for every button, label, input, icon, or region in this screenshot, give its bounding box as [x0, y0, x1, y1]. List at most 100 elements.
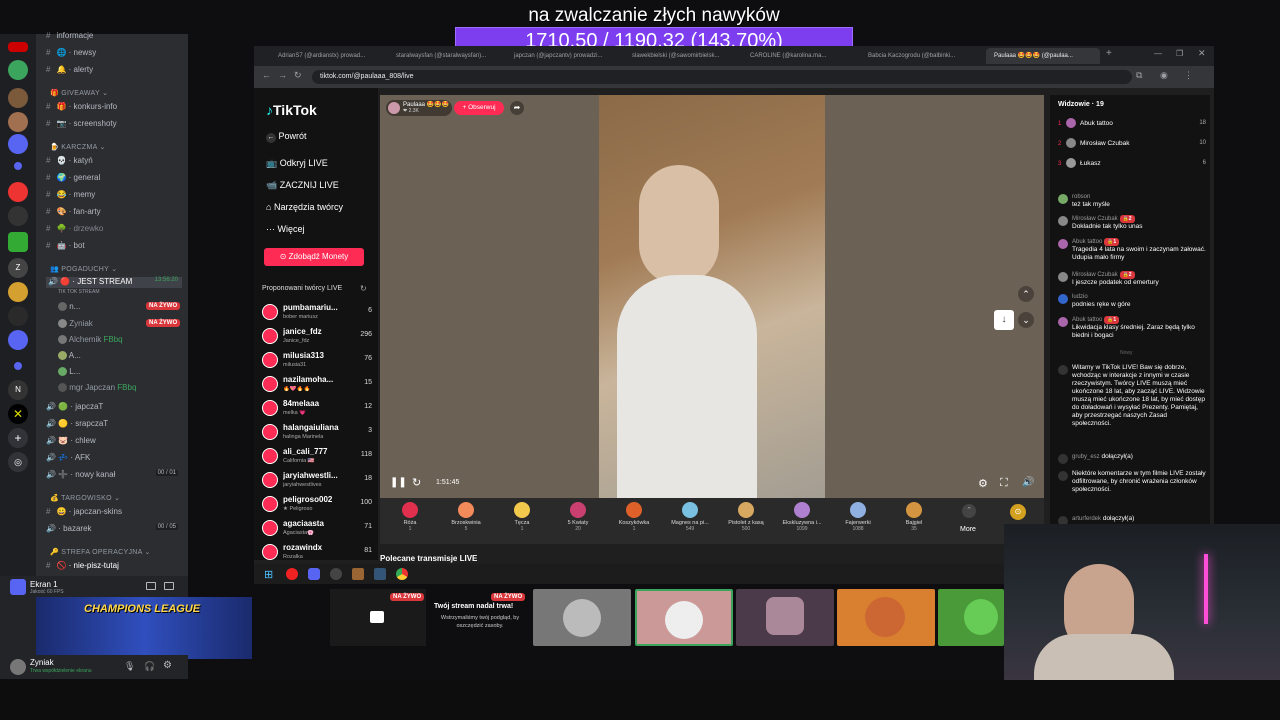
chevron-up-icon[interactable]: ⌃	[1018, 286, 1034, 302]
browser-tab[interactable]: japczan (@japczantv) prowadzi...	[506, 48, 620, 64]
stream-card[interactable]	[837, 589, 935, 646]
stream-card-active[interactable]	[635, 589, 733, 646]
chat-message[interactable]: robson też tak myśle	[1058, 193, 1206, 209]
server-icon[interactable]	[8, 134, 28, 154]
suggested-creator[interactable]: jaryiahwestli... jaryiahwestlives 18	[262, 470, 372, 492]
get-coins-button[interactable]: ⊙ Zdobądź Monety	[264, 248, 364, 266]
stream-card[interactable]	[736, 589, 834, 646]
voice-channel[interactable]: 🔊 🟡 · srapczaT	[46, 419, 108, 428]
more-gifts-button[interactable]: More	[960, 526, 976, 533]
server-icon[interactable]	[8, 282, 28, 302]
chrome-icon[interactable]	[396, 568, 408, 580]
voice-channel-bazarek[interactable]: 🔊 · bazarek 00 / 05	[46, 524, 178, 533]
browser-tab[interactable]: staralwaysfan (@staralwaysfan)...	[388, 48, 502, 64]
follow-button[interactable]: + Obserwuj	[454, 101, 504, 115]
server-icon[interactable]	[8, 60, 28, 80]
suggested-creator[interactable]: rozawindx Rozalka 81	[262, 542, 372, 564]
channel-drzewko[interactable]: # 🌳 · drzewko	[46, 224, 103, 233]
server-icon[interactable]: N	[8, 380, 28, 400]
windows-start-icon[interactable]: ⊞	[264, 568, 273, 581]
url-input[interactable]: tiktok.com/@paulaaa_808/live	[312, 70, 1132, 84]
new-tab-icon[interactable]: +	[1106, 48, 1112, 59]
forward-icon[interactable]: →	[278, 70, 287, 80]
channel-katyn[interactable]: # 💀 · katyń	[46, 156, 93, 165]
voice-channel-jest-stream[interactable]: 🔊 🔴 · JEST STREAM 13:56:20	[46, 277, 182, 288]
nav-more[interactable]: ··· Więcej	[266, 224, 305, 234]
server-icon[interactable]	[8, 42, 28, 52]
voice-channel[interactable]: 🔊 ➕ · nowy kanał 00 / 01	[46, 470, 178, 479]
pause-icon[interactable]: ❚❚	[390, 477, 407, 488]
server-icon[interactable]	[14, 362, 22, 370]
suggested-creator[interactable]: 84melaaa melka 💗 12	[262, 398, 372, 420]
top-viewer-row[interactable]: 3 Łukasz 6	[1058, 157, 1206, 177]
add-server-icon[interactable]: +	[8, 428, 28, 448]
server-icon[interactable]: ✕	[8, 404, 28, 424]
refresh-stream-icon[interactable]: ↻	[412, 476, 421, 489]
suggested-creator[interactable]: agaciaasta Agaciasta🌸 71	[262, 518, 372, 540]
voice-user[interactable]: Alchemik FBbq	[58, 335, 123, 345]
suggested-creator[interactable]: pumbamariu... bober mariusz 6	[262, 302, 372, 324]
maximize-icon[interactable]: ❐	[1176, 49, 1183, 58]
voice-channel[interactable]: 🔊 🐷 · chlew	[46, 436, 96, 445]
gift-item[interactable]: Pistolet z kasą 500	[721, 500, 771, 532]
voice-channel[interactable]: 🔊 💤 · AFK	[46, 453, 90, 462]
gift-item[interactable]: Fajerwerki 1088	[833, 500, 883, 532]
nav-discover-live[interactable]: 📺 Odkryj LIVE	[266, 158, 328, 169]
channel-general[interactable]: # 🌍 · general	[46, 173, 100, 182]
category-targowisko[interactable]: 💰 TARGOWISKO ⌄	[50, 494, 120, 502]
opera-icon[interactable]	[286, 568, 298, 580]
chat-message[interactable]: Mirosław Czubak 🔒2 I jeszcze podatek od e…	[1058, 271, 1206, 287]
browser-tab[interactable]: slawekbielski (@sawomirbielsk...	[624, 48, 738, 64]
profile-icon[interactable]: ◉	[1160, 70, 1168, 81]
browser-tab[interactable]: Babcia Kaczogrodu (@balbinki...	[860, 48, 974, 64]
close-window-icon[interactable]: ✕	[1198, 48, 1206, 59]
server-icon[interactable]	[8, 182, 28, 202]
stream-card[interactable]	[533, 589, 631, 646]
server-icon[interactable]	[8, 306, 28, 326]
nav-start-live[interactable]: 📹 ZACZNIJ LIVE	[266, 180, 339, 191]
browser-tab-active[interactable]: Paulaaa 🤩🤩🤩 (@paulaa...	[986, 48, 1100, 64]
server-icon[interactable]	[8, 206, 28, 226]
chat-message[interactable]: Abuk tattoo 🔒1 Likwidacja klasy średniej.…	[1058, 316, 1206, 340]
channel-konkurs-info[interactable]: # 🎁 · konkurs-info	[46, 102, 117, 111]
channel-fan-arty[interactable]: # 🎨 · fan-arty	[46, 207, 101, 216]
gift-item[interactable]: Tęcza 1	[497, 500, 547, 532]
server-icon[interactable]	[8, 330, 28, 350]
gift-item[interactable]: Brzoskwinia 5	[441, 500, 491, 532]
stream-card[interactable]	[938, 589, 1004, 646]
gift-item[interactable]: Ekskluzywna i... 1099	[777, 500, 827, 532]
suggested-creator[interactable]: ali_cali_777 California 🇺🇸 118	[262, 446, 372, 468]
channel-screenshoty[interactable]: # 📷 · screenshoty	[46, 119, 117, 128]
server-icon[interactable]	[8, 88, 28, 108]
chat-message[interactable]: Abuk tattoo 🔒1 Tragedia 4 lata na swoim i…	[1058, 238, 1206, 262]
download-icon[interactable]: ↓	[994, 310, 1014, 330]
gift-item[interactable]: Koszykówka 1	[609, 500, 659, 532]
menu-icon[interactable]: ⋮	[1184, 70, 1193, 81]
server-icon[interactable]	[14, 162, 22, 170]
reload-icon[interactable]: ↻	[294, 70, 302, 81]
settings-gear-icon[interactable]: ⚙	[163, 660, 172, 671]
channel-newsy[interactable]: # 🌐 · newsy	[46, 48, 96, 57]
category-karczma[interactable]: 🍺 KARCZMA ⌄	[50, 143, 106, 151]
avatar[interactable]	[10, 659, 26, 675]
chevron-up-icon[interactable]: ⌃	[962, 504, 976, 518]
voice-user[interactable]: Zyniak	[58, 319, 93, 329]
discord-icon[interactable]	[308, 568, 320, 580]
suggested-creator[interactable]: peligroso002 ★ Peligroso 100	[262, 494, 372, 516]
volume-icon[interactable]: 🔊	[1022, 477, 1034, 488]
discover-icon[interactable]: ◎	[8, 452, 28, 472]
back-icon[interactable]: ←	[262, 70, 271, 80]
stop-share-icon[interactable]	[164, 582, 174, 590]
chevron-down-icon[interactable]: ⌄	[1018, 312, 1034, 328]
popout-icon[interactable]	[146, 582, 156, 590]
minimize-icon[interactable]: —	[1154, 49, 1162, 58]
browser-tab[interactable]: CAROLINE (@karolina.ma...	[742, 48, 856, 64]
live-video[interactable]	[599, 95, 825, 498]
extensions-icon[interactable]: ⧉	[1136, 70, 1142, 81]
fullscreen-icon[interactable]: ⛶	[1000, 477, 1008, 490]
suggested-creator[interactable]: halangaiuliana halinga Marinela 3	[262, 422, 372, 444]
channel-bot[interactable]: # 🤖 · bot	[46, 241, 85, 250]
category-pogaduchy[interactable]: 👥 POGADUCHY ⌄	[50, 265, 117, 273]
gift-item[interactable]: Róża 1	[385, 500, 435, 532]
obs-icon[interactable]	[330, 568, 342, 580]
